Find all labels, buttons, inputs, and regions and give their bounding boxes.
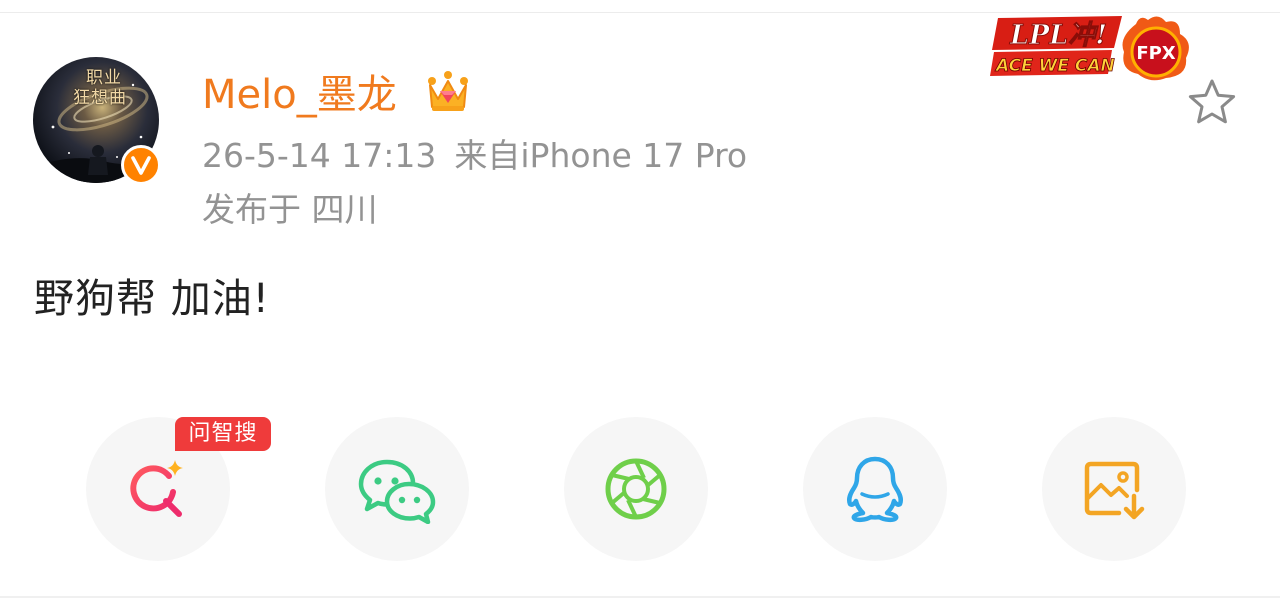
share-qq-button[interactable] (803, 417, 947, 561)
post-source: 来自iPhone 17 Pro (454, 136, 748, 175)
share-save-image-button[interactable] (1042, 417, 1186, 561)
avatar[interactable]: 职业 狂想曲 (33, 57, 161, 185)
image-download-icon (1084, 461, 1145, 520)
badge-line-2: ACE WE CAN (994, 56, 1115, 76)
avatar-text-line-2: 狂想曲 (73, 88, 127, 108)
top-divider (0, 12, 1280, 13)
lpl-fpx-badge-art: LPL冲! ACE WE CAN FPX (990, 16, 1189, 81)
team-support-badge[interactable]: LPL冲! ACE WE CAN FPX (990, 14, 1196, 84)
ai-search-tag[interactable]: 问智搜 (175, 417, 271, 451)
post-location: 发布于 四川 (202, 190, 378, 229)
weibo-post-page: 职业 狂想曲 Melo_墨龙 26-5-14 17:13 来自iPhone 17 … (0, 0, 1280, 600)
badge-team: FPX (1136, 43, 1175, 64)
share-wechat-button[interactable] (325, 417, 469, 561)
share-moments-button[interactable] (564, 417, 708, 561)
bottom-divider (0, 596, 1280, 598)
ai-search-icon (130, 460, 183, 517)
post-time: 26-5-14 17:13 (202, 136, 437, 175)
wechat-icon (358, 459, 436, 524)
post-content: 野狗帮 加油! (34, 276, 270, 322)
post-meta: 26-5-14 17:13 来自iPhone 17 Pro (202, 136, 747, 176)
aperture-icon (605, 458, 667, 520)
crown-icon[interactable] (424, 69, 472, 117)
qq-icon (846, 456, 904, 523)
author-name[interactable]: Melo_墨龙 (202, 70, 397, 120)
badge-line-1: LPL冲! (1009, 20, 1107, 51)
verified-icon (121, 145, 161, 185)
star-outline-icon[interactable] (1186, 77, 1238, 127)
